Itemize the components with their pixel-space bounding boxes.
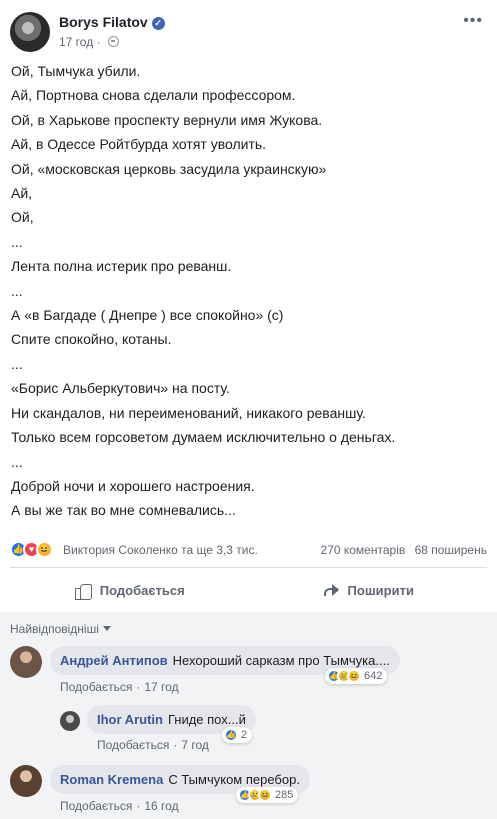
more-options-icon[interactable]: ••• (463, 12, 483, 30)
post-line: ... (11, 282, 23, 299)
comment-like-link[interactable]: Подобається (60, 680, 132, 694)
comment-like-link[interactable]: Подобається (60, 799, 132, 813)
post-header: Borys Filatov ✓ 17 год · ••• (10, 12, 487, 54)
reaction-icons[interactable]: 👍 ♥ 😆 (10, 541, 53, 559)
commenter-avatar[interactable] (60, 711, 80, 731)
post-actions: Подобається Поширити (10, 575, 487, 605)
verified-badge-icon: ✓ (151, 17, 165, 30)
caret-down-icon (102, 626, 111, 631)
comment: Roman Kremena С Тымчуком перебор. 👍 😢 😆 2… (10, 765, 490, 815)
comment-author[interactable]: Roman Kremena (60, 772, 163, 787)
post-line: Ай, Портнова снова сделали профессором. (11, 87, 296, 104)
post-line: Спите спокойно, котаны. (11, 331, 172, 348)
commenter-avatar[interactable] (10, 765, 42, 797)
comment-text: Нехороший сарказм про Тымчука.... (172, 653, 390, 668)
comment-reactions[interactable]: 👍 😢 😆 285 (236, 787, 299, 803)
shares-count[interactable]: 68 поширень (415, 543, 487, 557)
comment-author[interactable]: Ihor Arutin (97, 712, 163, 727)
post-line: Ай, в Одессе Ройтбурда хотят уволить. (11, 136, 267, 153)
post-line: А вы же так во мне сомневались... (11, 502, 236, 519)
post-line: Ай, (11, 185, 33, 202)
post-line: Ой, (11, 209, 34, 226)
post-line: Доброй ночи и хорошего настроения. (11, 477, 255, 494)
post-line: Ой, «московская церковь засудила украинс… (11, 160, 327, 177)
comment-reactions[interactable]: 👍 2 (222, 727, 253, 743)
comments-count[interactable]: 270 коментарів (321, 543, 406, 557)
comment-reply: Ihor Arutin Гниде пох...й 👍 2 Подобається… (60, 705, 480, 755)
divider (10, 567, 487, 568)
haha-reaction-icon: 😆 (36, 541, 53, 558)
comment-reaction-count: 285 (275, 789, 294, 801)
post-text: Ой, Тымчука убили. Ай, Портнова снова сд… (11, 59, 487, 523)
comment-time[interactable]: 7 год (181, 738, 209, 752)
comment-actions: Подобається · 17 год (60, 680, 179, 694)
comment-sort-dropdown[interactable]: Найвідповідніші (10, 622, 111, 636)
post-stats: 👍 ♥ 😆 Виктория Соколенко та ще 3,3 тис. … (10, 538, 487, 560)
comment-sort-label: Найвідповідніші (10, 622, 99, 636)
author-name-text[interactable]: Borys Filatov (59, 14, 148, 30)
haha-reaction-icon: 😆 (258, 788, 272, 802)
thumbs-up-icon (74, 581, 92, 600)
post-line: Только всем горсоветом думаем исключител… (11, 429, 396, 446)
like-button[interactable]: Подобається (10, 575, 249, 605)
post-line: Ой, Тымчука убили. (11, 63, 141, 79)
comment-time[interactable]: 17 год (144, 680, 178, 694)
post-line: Лента полна истерик про реванш. (11, 258, 232, 275)
comment-reaction-count: 2 (241, 729, 248, 741)
post-line: ... (11, 355, 23, 372)
author-avatar[interactable] (10, 12, 50, 52)
haha-reaction-icon: 😆 (347, 669, 361, 683)
globe-icon (107, 36, 119, 47)
author-name[interactable]: Borys Filatov ✓ (59, 14, 165, 30)
commenter-avatar[interactable] (10, 646, 42, 678)
comment-reaction-count: 642 (364, 670, 383, 682)
comment-time[interactable]: 16 год (144, 799, 178, 813)
comment-reactions[interactable]: 👍 😢 😆 642 (325, 668, 388, 684)
comment-like-link[interactable]: Подобається (97, 738, 169, 752)
comment-actions: Подобається · 16 год (60, 799, 179, 813)
engagement-counts: 270 коментарів 68 поширень (321, 543, 487, 557)
comment-author[interactable]: Андрей Антипов (60, 653, 168, 668)
post-line: «Борис Альберкутович» на посту. (11, 380, 230, 397)
post-line: Ой, в Харькове проспекту вернули имя Жук… (11, 111, 323, 128)
like-reaction-icon: 👍 (224, 728, 238, 742)
post-meta: 17 год · (59, 35, 119, 49)
post-line: ... (11, 233, 23, 250)
comment-text: Гниде пох...й (167, 712, 246, 727)
share-button[interactable]: Поширити (249, 575, 488, 605)
comment-actions: Подобається · 7 год (97, 738, 209, 752)
reactions-summary[interactable]: Виктория Соколенко та ще 3,3 тис. (63, 543, 258, 557)
share-button-label: Поширити (347, 582, 414, 598)
post-line: А «в Багдаде ( Днепре ) все спокойно» (с… (11, 307, 284, 324)
post-line: Ни скандалов, ни переименований, никаког… (11, 404, 366, 421)
comment-text: С Тымчуком перебор. (168, 772, 300, 787)
post-line: ... (11, 453, 23, 470)
comment: Андрей Антипов Нехороший сарказм про Тымч… (10, 646, 490, 696)
post-time[interactable]: 17 год (59, 35, 93, 49)
like-button-label: Подобається (99, 582, 185, 598)
share-arrow-icon (322, 581, 340, 599)
